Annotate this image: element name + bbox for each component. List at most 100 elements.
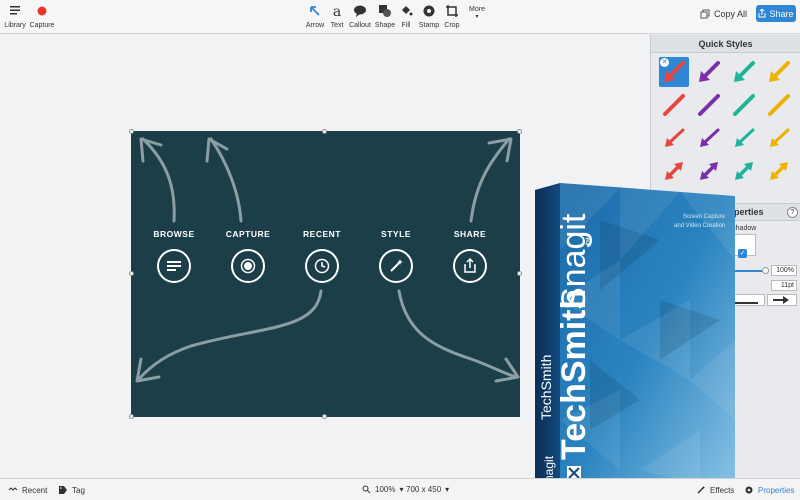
quick-style-swatch[interactable]	[729, 156, 759, 186]
browse-label: BROWSE	[153, 229, 195, 239]
recent-icon	[8, 487, 18, 491]
more-label: More	[469, 6, 485, 13]
zoom-control[interactable]: 100% ▾	[362, 485, 403, 494]
fill-bucket-icon	[398, 4, 414, 20]
callout-tool-label: Callout	[349, 22, 371, 29]
quick-style-swatch[interactable]	[659, 90, 689, 120]
quick-style-swatch[interactable]	[764, 90, 794, 120]
recent-button[interactable]: Recent	[8, 485, 47, 495]
dimensions-control[interactable]: 700 x 450 ▾	[406, 485, 449, 494]
style-circle	[379, 249, 413, 283]
quick-style-swatch[interactable]	[694, 90, 724, 120]
resize-handle[interactable]	[129, 129, 134, 134]
shape-tool-label: Shape	[374, 22, 396, 29]
capture-label: Capture	[29, 22, 55, 29]
callout-tool-button[interactable]: Callout	[348, 4, 372, 29]
crop-tool-label: Crop	[444, 22, 460, 29]
arrow-style-icon	[769, 61, 790, 82]
tag-button[interactable]: Tag	[58, 485, 85, 495]
double-arrow-style-icon	[735, 162, 753, 180]
line-style-select[interactable]	[731, 294, 765, 306]
quick-style-swatch[interactable]	[694, 57, 724, 87]
arrow-tool-label: Arrow	[305, 22, 325, 29]
capture-button[interactable]: Capture	[29, 4, 55, 29]
help-button[interactable]: ?	[787, 207, 798, 218]
resize-handle[interactable]	[322, 129, 327, 134]
arrow-end-select[interactable]	[767, 294, 797, 306]
fill-tool-label: Fill	[401, 22, 411, 29]
resize-handle[interactable]	[517, 129, 522, 134]
chevron-down-icon: ▾	[475, 14, 479, 20]
share-button[interactable]: Share	[756, 5, 796, 22]
search-icon	[362, 485, 371, 494]
quick-styles-panel: Quick Styles ✕ Properties ? Shadow ✓ 100…	[650, 35, 800, 478]
zoom-value: 100%	[375, 485, 396, 494]
record-icon	[29, 4, 55, 20]
shadow-checkbox[interactable]: ✓	[738, 249, 747, 258]
fill-tool-button[interactable]: Fill	[398, 4, 414, 29]
quick-style-swatch[interactable]	[764, 156, 794, 186]
line-style-icon	[663, 94, 685, 116]
quick-style-swatch[interactable]	[694, 156, 724, 186]
quick-style-swatch[interactable]	[764, 57, 794, 87]
callout-icon	[348, 4, 372, 20]
capture-img-label: CAPTURE	[225, 229, 271, 239]
quick-style-swatch[interactable]	[764, 123, 794, 153]
stamp-icon	[418, 4, 440, 20]
arrow-style-icon	[734, 61, 755, 82]
opacity-field[interactable]: 100%	[771, 265, 797, 276]
svg-text:a: a	[333, 4, 341, 18]
double-arrow-style-icon	[700, 162, 718, 180]
resize-handle[interactable]	[322, 414, 327, 419]
text-tool-button[interactable]: a Text	[328, 4, 346, 29]
quick-style-swatch[interactable]	[729, 57, 759, 87]
quick-style-swatch[interactable]	[729, 90, 759, 120]
properties-toggle[interactable]: Properties	[744, 485, 794, 495]
copy-icon	[700, 9, 710, 19]
recent-status-label: Recent	[22, 485, 48, 495]
arrow-style-icon	[700, 128, 720, 147]
crop-tool-button[interactable]: Crop	[443, 4, 461, 29]
effects-button[interactable]: Effects	[696, 485, 734, 495]
canvas-image[interactable]: BROWSE CAPTURE RECENT STYLE SHARE	[131, 131, 520, 417]
toolbar: Library Capture Arrow a Text Callout Sha…	[0, 0, 800, 34]
close-icon[interactable]: ✕	[660, 58, 669, 67]
share-img-label: SHARE	[453, 229, 487, 239]
resize-handle[interactable]	[129, 414, 134, 419]
resize-handle[interactable]	[129, 271, 134, 276]
quick-style-swatch[interactable]: ✕	[659, 57, 689, 87]
text-icon: a	[328, 4, 346, 20]
capture-circle	[231, 249, 265, 283]
recent-circle	[305, 249, 339, 283]
library-label: Library	[4, 22, 26, 29]
opacity-slider-knob[interactable]	[762, 267, 769, 274]
line-style-icon	[733, 94, 755, 116]
magic-wand-icon	[390, 259, 403, 272]
canvas[interactable]: BROWSE CAPTURE RECENT STYLE SHARE	[0, 35, 650, 478]
copy-all-button[interactable]: Copy All	[700, 6, 747, 22]
line-icon	[734, 302, 758, 304]
library-button[interactable]: Library	[4, 4, 26, 29]
quick-style-swatch[interactable]	[729, 123, 759, 153]
clock-icon	[314, 258, 330, 274]
arrow-tool-button[interactable]: Arrow	[304, 4, 326, 29]
width-field[interactable]: 11pt	[771, 280, 797, 291]
arrow-style-icon	[699, 61, 720, 82]
quick-style-swatch[interactable]	[659, 123, 689, 153]
effects-label: Effects	[710, 485, 735, 495]
shadow-label: Shadow	[731, 225, 757, 232]
share-icon	[464, 258, 476, 273]
tag-label: Tag	[72, 485, 85, 495]
text-tool-label: Text	[330, 22, 344, 29]
more-tools-button[interactable]: More ▾	[466, 6, 488, 20]
line-style-icon	[768, 94, 790, 116]
quick-style-swatch[interactable]	[694, 123, 724, 153]
quick-style-swatch[interactable]	[659, 156, 689, 186]
stamp-tool-button[interactable]: Stamp	[418, 4, 440, 29]
shape-tool-button[interactable]: Shape	[374, 4, 396, 29]
chevron-down-icon: ▾	[445, 485, 450, 494]
effects-icon	[697, 486, 705, 494]
double-arrow-style-icon	[770, 162, 788, 180]
resize-handle[interactable]	[517, 271, 522, 276]
menu-icon	[167, 261, 181, 271]
